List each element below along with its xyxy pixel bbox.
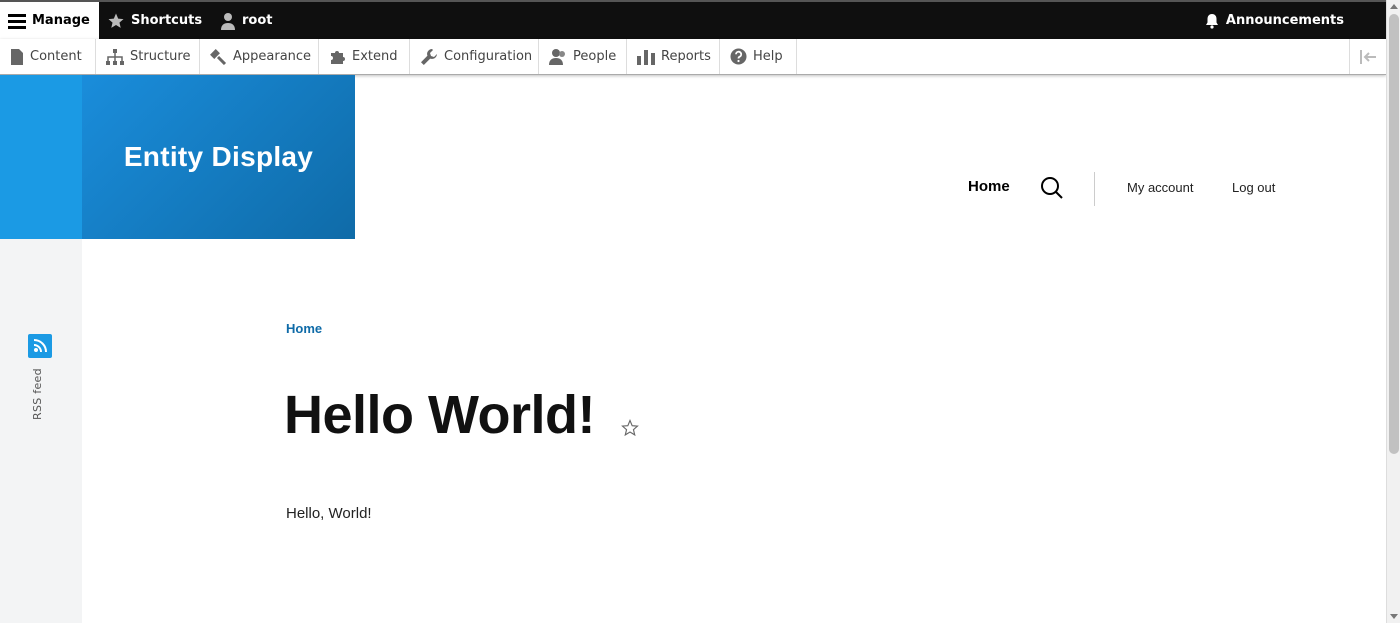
my-account-link[interactable]: My account xyxy=(1127,180,1193,195)
nav-divider xyxy=(1094,172,1095,206)
page-title: Hello World! xyxy=(284,385,596,445)
tray-item-label: Extend xyxy=(352,49,398,64)
manage-label: Manage xyxy=(32,13,90,28)
hamburger-icon xyxy=(8,13,26,29)
rss-icon xyxy=(33,339,47,353)
logout-link[interactable]: Log out xyxy=(1232,180,1275,195)
structure-icon xyxy=(106,48,124,65)
reports-icon xyxy=(637,50,655,65)
people-icon xyxy=(549,49,565,65)
tray-item-structure[interactable]: Structure xyxy=(96,39,200,74)
announcements-label: Announcements xyxy=(1225,13,1344,28)
page-body: Hello, World! xyxy=(286,505,372,522)
announcements-tab[interactable]: Announcements xyxy=(1204,2,1344,39)
bell-icon xyxy=(1205,13,1218,29)
tray-item-label: Configuration xyxy=(444,49,533,64)
admin-tray: Content Structure Appearance Extend Conf… xyxy=(0,39,1386,75)
search-button[interactable] xyxy=(1040,176,1064,204)
configuration-icon xyxy=(421,48,437,65)
search-icon xyxy=(1041,177,1063,199)
tray-item-configuration[interactable]: Configuration xyxy=(410,39,539,74)
help-icon xyxy=(730,48,747,65)
star-icon xyxy=(108,13,124,28)
tray-item-label: Structure xyxy=(130,49,191,64)
tray-item-label: Content xyxy=(30,49,82,64)
rss-feed-label[interactable]: RSS feed xyxy=(31,366,49,422)
shortcuts-tab[interactable]: Shortcuts xyxy=(107,2,202,39)
tray-item-extend[interactable]: Extend xyxy=(319,39,410,74)
scroll-thumb[interactable] xyxy=(1389,14,1399,454)
user-tab[interactable]: root xyxy=(220,2,273,39)
admin-toolbar: Manage Shortcuts root Announcements xyxy=(0,0,1386,39)
bookmark-star-icon xyxy=(621,419,639,437)
tray-item-content[interactable]: Content xyxy=(0,39,96,74)
extend-icon xyxy=(331,51,345,64)
user-label: root xyxy=(242,13,273,28)
site-branding[interactable]: Entity Display xyxy=(82,75,355,239)
side-rail xyxy=(0,239,82,623)
tray-item-people[interactable]: People xyxy=(539,39,627,74)
scroll-up-arrow[interactable] xyxy=(1390,4,1398,9)
breadcrumb-home[interactable]: Home xyxy=(286,321,322,336)
tray-item-label: Reports xyxy=(661,49,711,64)
tray-item-label: People xyxy=(573,49,617,64)
nav-home-link[interactable]: Home xyxy=(968,178,1010,195)
collapse-icon xyxy=(1360,49,1376,64)
site-name[interactable]: Entity Display xyxy=(124,141,313,173)
scroll-down-arrow[interactable] xyxy=(1390,614,1398,619)
tray-item-appearance[interactable]: Appearance xyxy=(200,39,319,74)
tray-item-help[interactable]: Help xyxy=(720,39,797,74)
tray-collapse-button[interactable] xyxy=(1349,39,1386,74)
appearance-icon xyxy=(210,49,227,65)
page-scrollbar[interactable] xyxy=(1386,0,1400,623)
tray-item-label: Help xyxy=(753,49,783,64)
shortcut-star-button[interactable] xyxy=(621,419,639,441)
rss-feed-link[interactable] xyxy=(28,334,52,358)
rail-header xyxy=(0,75,82,239)
tray-item-label: Appearance xyxy=(233,49,312,64)
shortcuts-label: Shortcuts xyxy=(131,13,203,28)
user-icon xyxy=(221,12,235,30)
content-icon xyxy=(11,48,23,65)
manage-tab[interactable]: Manage xyxy=(0,2,99,39)
tray-item-reports[interactable]: Reports xyxy=(627,39,720,74)
